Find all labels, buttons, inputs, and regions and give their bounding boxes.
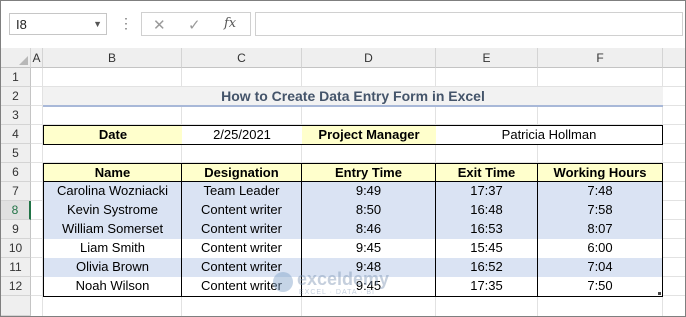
row-header-7[interactable]: 7 xyxy=(1,182,31,201)
cell-designation[interactable]: Team Leader xyxy=(182,182,302,201)
watermark-tagline: EXCEL · DATA · BI xyxy=(299,289,375,296)
cell-entry-time[interactable]: 9:45 xyxy=(302,239,436,258)
header-working-hours[interactable]: Working Hours xyxy=(537,163,663,182)
header-name[interactable]: Name xyxy=(43,163,182,182)
formula-buttons: ✕ ✓ fx xyxy=(141,12,251,36)
exceldemy-logo-icon xyxy=(273,272,293,292)
column-header-b[interactable]: B xyxy=(43,48,182,68)
cell-working-hours[interactable]: 6:00 xyxy=(538,239,663,258)
title-underline xyxy=(43,105,663,107)
header-designation[interactable]: Designation xyxy=(181,163,302,182)
column-header-a[interactable]: A xyxy=(31,48,43,68)
row-header-13[interactable] xyxy=(1,296,31,316)
enter-icon[interactable]: ✓ xyxy=(188,16,201,34)
more-options-icon[interactable]: ⋮ xyxy=(119,15,133,31)
select-all-icon xyxy=(19,56,28,65)
cell-entry-time[interactable]: 8:50 xyxy=(302,201,436,220)
insert-function-icon[interactable]: fx xyxy=(224,16,236,31)
row-header-9[interactable]: 9 xyxy=(1,220,31,239)
chevron-down-icon[interactable]: ▼ xyxy=(93,19,102,29)
watermark-name: exceldemy xyxy=(297,269,390,289)
cell-name[interactable]: Liam Smith xyxy=(43,239,182,258)
cell-name[interactable]: Carolina Wozniacki xyxy=(43,182,182,201)
cell-exit-time[interactable]: 17:37 xyxy=(436,182,538,201)
header-entry-time[interactable]: Entry Time xyxy=(301,163,436,182)
cell-name[interactable]: Kevin Systrome xyxy=(43,201,182,220)
header-exit-time[interactable]: Exit Time xyxy=(435,163,538,182)
cell-entry-time[interactable]: 8:46 xyxy=(302,220,436,239)
cell-working-hours[interactable]: 7:50 xyxy=(538,277,663,297)
formula-bar: I8 ▼ ⋮ ✕ ✓ fx xyxy=(1,1,685,47)
column-header-g[interactable] xyxy=(663,48,685,68)
column-header-e[interactable]: E xyxy=(436,48,538,68)
row-header-3[interactable]: 3 xyxy=(1,106,31,125)
spreadsheet-window: I8 ▼ ⋮ ✕ ✓ fx A B C D E F 1 2 3 4 5 6 7 … xyxy=(0,0,686,317)
column-header-f[interactable]: F xyxy=(538,48,663,68)
row-header-4[interactable]: 4 xyxy=(1,125,31,144)
cell-working-hours[interactable]: 7:48 xyxy=(538,182,663,201)
cell-exit-time[interactable]: 16:53 xyxy=(436,220,538,239)
select-all-button[interactable] xyxy=(1,48,31,68)
cell-name[interactable]: Noah Wilson xyxy=(43,277,182,297)
column-header-c[interactable]: C xyxy=(182,48,302,68)
cell-name[interactable]: Olivia Brown xyxy=(43,258,182,277)
column-header-d[interactable]: D xyxy=(302,48,436,68)
name-box-value: I8 xyxy=(16,17,27,32)
resize-handle[interactable] xyxy=(658,292,661,295)
row-header-10[interactable]: 10 xyxy=(1,239,31,258)
cell-designation[interactable]: Content writer xyxy=(182,220,302,239)
cell-working-hours[interactable]: 8:07 xyxy=(538,220,663,239)
project-manager-value[interactable]: Patricia Hollman xyxy=(436,125,663,145)
row-header-8[interactable]: 8 xyxy=(1,201,31,220)
cell-entry-time[interactable]: 9:49 xyxy=(302,182,436,201)
cell-exit-time[interactable]: 17:35 xyxy=(436,277,538,297)
cell-exit-time[interactable]: 15:45 xyxy=(436,239,538,258)
date-value[interactable]: 2/25/2021 xyxy=(182,125,303,145)
cell-designation[interactable]: Content writer xyxy=(182,201,302,220)
row-header-11[interactable]: 11 xyxy=(1,258,31,277)
row-header-5[interactable]: 5 xyxy=(1,144,31,163)
cell-exit-time[interactable]: 16:48 xyxy=(436,201,538,220)
cell-exit-time[interactable]: 16:52 xyxy=(436,258,538,277)
cancel-icon[interactable]: ✕ xyxy=(153,16,166,34)
row-header-1[interactable]: 1 xyxy=(1,68,31,87)
row-header-6[interactable]: 6 xyxy=(1,163,31,182)
cell-working-hours[interactable]: 7:04 xyxy=(538,258,663,277)
sheet-title: How to Create Data Entry Form in Excel xyxy=(43,87,663,106)
formula-input[interactable] xyxy=(255,12,683,36)
cell-name[interactable]: William Somerset xyxy=(43,220,182,239)
project-manager-label[interactable]: Project Manager xyxy=(302,125,437,145)
row-header-2[interactable]: 2 xyxy=(1,87,31,106)
row-header-12[interactable]: 12 xyxy=(1,277,31,296)
name-box[interactable]: I8 ▼ xyxy=(9,13,107,35)
cell-designation[interactable]: Content writer xyxy=(182,239,302,258)
watermark-logo: exceldemy EXCEL · DATA · BI xyxy=(273,269,433,299)
date-label[interactable]: Date xyxy=(43,125,183,145)
cell-working-hours[interactable]: 7:58 xyxy=(538,201,663,220)
